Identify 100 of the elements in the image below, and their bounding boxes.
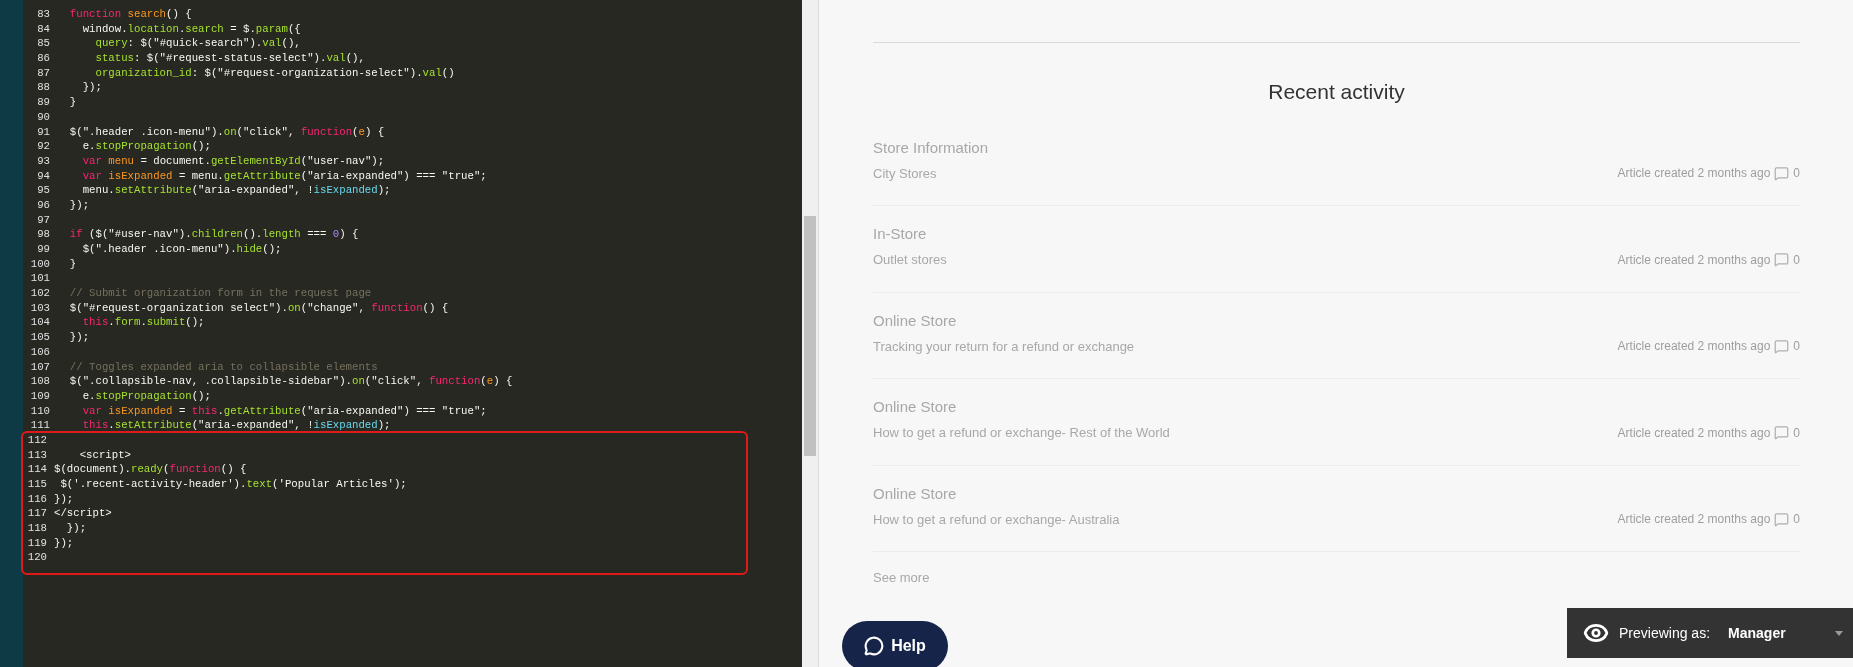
code-line: $(".collapsible-nav, .collapsible-sidebar").on("click", function(e) { bbox=[68, 374, 513, 389]
article-meta: Article created 2 months ago bbox=[1617, 511, 1771, 529]
code-line: // Submit organization form in the request page bbox=[68, 286, 372, 301]
code-line: } bbox=[68, 95, 77, 110]
code-line: </script> bbox=[54, 506, 112, 522]
code-line: e.stopPropagation(); bbox=[81, 388, 211, 404]
code-line: }); bbox=[54, 491, 74, 507]
comment-count: 0 bbox=[1793, 251, 1800, 269]
article-link[interactable]: Outlet stores bbox=[873, 250, 947, 270]
code-line: } bbox=[68, 256, 77, 272]
code-line: this.form.submit(); bbox=[81, 315, 205, 331]
line-number: 118 bbox=[26, 521, 47, 536]
line-number: 108 bbox=[29, 374, 50, 389]
code-line: $(".header .icon-menu").hide(); bbox=[81, 242, 282, 257]
line-number: 119 bbox=[26, 535, 47, 551]
line-number: 116 bbox=[26, 491, 47, 507]
comment-icon bbox=[1774, 338, 1790, 354]
article-category[interactable]: In-Store bbox=[873, 224, 1800, 244]
line-number: 85 bbox=[36, 36, 50, 52]
line-number: 114 bbox=[26, 462, 47, 477]
line-number: 115 bbox=[26, 477, 47, 492]
comment-count: 0 bbox=[1793, 511, 1800, 529]
chat-icon bbox=[864, 636, 885, 656]
comment-icon bbox=[1774, 425, 1790, 441]
code-line: $("#request-organization select").on("change", function() { bbox=[68, 300, 449, 316]
line-number: 89 bbox=[36, 95, 50, 110]
scrollbar[interactable] bbox=[802, 0, 818, 667]
line-number: 112 bbox=[26, 432, 47, 448]
help-button[interactable]: Help bbox=[842, 621, 948, 667]
line-number: 107 bbox=[29, 359, 50, 375]
line-number: 88 bbox=[36, 80, 50, 96]
line-number: 117 bbox=[26, 506, 47, 522]
line-number: 113 bbox=[26, 447, 47, 463]
comment-count: 0 bbox=[1793, 424, 1800, 442]
preview-bar[interactable]: Previewing as: Manager bbox=[1567, 608, 1853, 658]
code-line: if ($("#user-nav").children().length === 0) { bbox=[68, 227, 359, 242]
line-number: 102 bbox=[29, 286, 50, 301]
code-line: var menu = document.getElementById("user-nav"); bbox=[81, 153, 385, 169]
caret-icon bbox=[1835, 630, 1843, 636]
line-number: 106 bbox=[29, 344, 50, 360]
code-line: function search() { bbox=[68, 7, 192, 22]
line-number: 97 bbox=[36, 212, 50, 228]
line-number: 100 bbox=[29, 256, 50, 272]
line-number: 94 bbox=[36, 168, 50, 184]
line-number: 96 bbox=[36, 197, 50, 213]
line-number: 103 bbox=[29, 300, 50, 316]
line-number: 87 bbox=[36, 65, 50, 81]
article-meta: Article created 2 months ago bbox=[1617, 165, 1771, 183]
line-number: 104 bbox=[29, 315, 50, 331]
code-line: organization_id: $("#request-organization-select").val() bbox=[94, 65, 455, 81]
comment-icon bbox=[1774, 165, 1790, 181]
code-line: }); bbox=[68, 330, 90, 345]
article-link[interactable]: How to get a refund or exchange- Rest of the World bbox=[873, 423, 1170, 443]
line-number: 93 bbox=[36, 153, 50, 169]
line-number: 99 bbox=[36, 242, 50, 257]
code-line: query: $("#quick-search").val(), bbox=[94, 36, 301, 52]
code-line: this.setAttribute("aria-expanded", !isExpanded); bbox=[81, 418, 391, 433]
article-category[interactable]: Online Store bbox=[873, 483, 1800, 504]
code-line: }); bbox=[68, 197, 90, 213]
line-number: 120 bbox=[26, 550, 47, 566]
line-number: 92 bbox=[36, 139, 50, 154]
comment-count: 0 bbox=[1793, 338, 1800, 356]
scrollbar-thumb[interactable] bbox=[804, 216, 816, 456]
article-category[interactable]: Online Store bbox=[873, 310, 1800, 331]
line-number: 101 bbox=[29, 271, 50, 287]
section-title: Recent activity bbox=[1267, 79, 1406, 105]
line-number: 111 bbox=[29, 418, 50, 433]
article-meta: Article created 2 months ago bbox=[1617, 251, 1771, 269]
article-meta: Article created 2 months ago bbox=[1617, 424, 1771, 442]
code-line: $(document).ready(function() { bbox=[54, 462, 247, 477]
code-line: e.stopPropagation(); bbox=[81, 139, 211, 154]
role-name: Manager bbox=[1728, 623, 1786, 643]
code-line: var isExpanded = this.getAttribute("aria-expanded") === "true"; bbox=[81, 403, 487, 419]
line-number: 105 bbox=[29, 330, 50, 345]
line-number: 98 bbox=[36, 227, 50, 242]
article-link[interactable]: City Stores bbox=[873, 163, 937, 183]
comment-icon bbox=[1774, 511, 1790, 527]
code-line: status: $("#request-status-select").val(), bbox=[94, 51, 365, 66]
code-line: menu.setAttribute("aria-expanded", !isExpanded); bbox=[81, 183, 391, 198]
article-category[interactable]: Online Store bbox=[873, 397, 1800, 417]
article-meta: Article created 2 months ago bbox=[1617, 338, 1771, 356]
code-line: var isExpanded = menu.getAttribute("aria-expanded") === "true"; bbox=[81, 168, 487, 184]
line-number: 110 bbox=[29, 403, 50, 419]
line-number: 84 bbox=[36, 21, 50, 37]
comment-icon bbox=[1774, 252, 1790, 268]
article-link[interactable]: How to get a refund or exchange- Australia bbox=[873, 509, 1120, 529]
line-number: 95 bbox=[36, 183, 50, 198]
code-line: }); bbox=[54, 535, 74, 551]
preview-label: Previewing as: bbox=[1619, 623, 1711, 643]
article-link[interactable]: Tracking your return for a refund or exchange bbox=[873, 336, 1135, 356]
line-number: 91 bbox=[36, 124, 50, 140]
code-line: $('.recent-activity-header').text('Popular Articles'); bbox=[59, 477, 407, 492]
code-line: $(".header .icon-menu").on("click", function(e) { bbox=[68, 124, 385, 140]
article-category[interactable]: Store Information bbox=[873, 137, 1800, 158]
code-line: // Toggles expanded aria to collapsible elements bbox=[68, 359, 378, 375]
code-line: }); bbox=[65, 521, 87, 536]
line-number: 83 bbox=[36, 7, 50, 22]
line-number: 90 bbox=[36, 109, 50, 125]
see-more-link[interactable]: See more bbox=[873, 568, 1800, 588]
line-number: 86 bbox=[36, 51, 50, 66]
